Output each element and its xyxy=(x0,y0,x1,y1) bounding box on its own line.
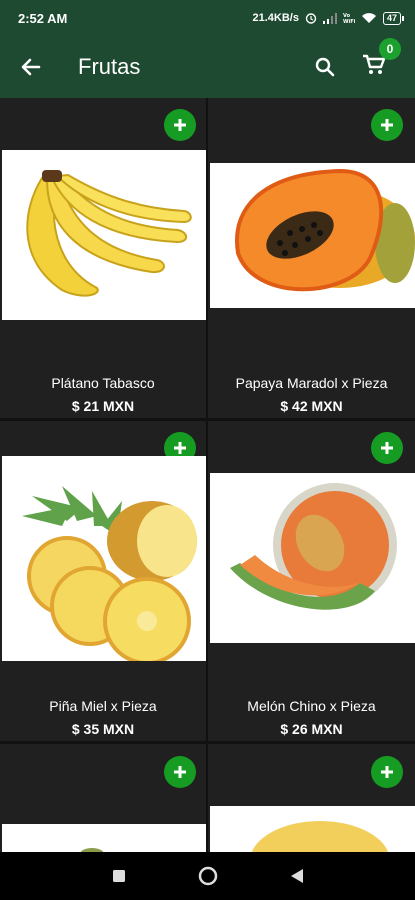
product-price: $ 26 MXN xyxy=(280,721,343,737)
product-name: Piña Miel x Pieza xyxy=(49,698,157,714)
product-price: $ 35 MXN xyxy=(71,721,135,737)
product-image xyxy=(210,806,415,852)
cart-button[interactable]: 0 xyxy=(361,37,401,83)
system-nav-bar xyxy=(0,852,415,900)
plus-icon xyxy=(381,119,393,131)
product-grid: Plátano Tabasco $ 21 MXN Papaya Maradol … xyxy=(0,98,415,852)
product-card[interactable]: Plátano Tabasco $ 21 MXN xyxy=(0,98,206,418)
add-to-cart-button[interactable] xyxy=(164,756,196,788)
network-speed: 21.4KB/s xyxy=(252,12,299,24)
product-card[interactable] xyxy=(0,744,206,852)
search-icon xyxy=(315,57,335,77)
product-name: Papaya Maradol x Pieza xyxy=(235,375,388,391)
pineapple-image xyxy=(22,486,197,661)
product-image xyxy=(2,824,206,852)
melon-image xyxy=(230,483,397,610)
triangle-back-icon xyxy=(290,869,303,883)
add-to-cart-button[interactable] xyxy=(371,756,403,788)
plus-icon xyxy=(174,119,186,131)
product-name: Melón Chino x Pieza xyxy=(247,698,376,714)
vowifi-icon: VoWiFi xyxy=(343,13,355,24)
product-card[interactable]: Piña Miel x Pieza $ 35 MXN xyxy=(0,421,206,741)
arrow-left-icon xyxy=(21,58,41,76)
page-title: Frutas xyxy=(78,54,141,79)
product-price: $ 42 MXN xyxy=(280,398,343,414)
add-to-cart-button[interactable] xyxy=(371,432,403,464)
cart-count-badge: 0 xyxy=(379,37,401,60)
product-card[interactable]: Papaya Maradol x Pieza $ 42 MXN xyxy=(208,98,415,418)
product-image xyxy=(2,456,206,661)
product-price: $ 21 MXN xyxy=(71,398,135,414)
svg-text:WiFi: WiFi xyxy=(343,19,355,24)
plus-icon xyxy=(174,766,186,778)
plus-icon xyxy=(174,442,186,454)
fruit-image xyxy=(251,821,389,852)
add-to-cart-button[interactable] xyxy=(164,109,196,141)
recents-button[interactable] xyxy=(112,869,126,883)
add-to-cart-button[interactable] xyxy=(371,109,403,141)
back-nav-button[interactable] xyxy=(290,868,304,884)
battery-indicator: 47 xyxy=(382,11,405,25)
home-button[interactable] xyxy=(198,866,218,886)
product-card[interactable]: Melón Chino x Pieza $ 26 MXN xyxy=(208,421,415,741)
back-button[interactable] xyxy=(16,55,46,79)
product-image xyxy=(210,163,415,308)
signal-icon xyxy=(322,12,337,24)
plus-icon xyxy=(381,442,393,454)
status-time: 2:52 AM xyxy=(18,10,68,26)
product-card[interactable] xyxy=(208,744,415,852)
banana-image xyxy=(26,170,192,297)
status-icons: 21.4KB/s Vo WiFi 47 xyxy=(252,11,406,25)
app-bar: Frutas 0 xyxy=(0,36,415,98)
circle-icon xyxy=(198,866,217,886)
product-image xyxy=(2,150,206,320)
fruit-image xyxy=(80,848,104,852)
papaya-image xyxy=(235,168,415,292)
wifi-icon xyxy=(361,13,376,23)
search-button[interactable] xyxy=(313,56,337,78)
product-image xyxy=(210,473,415,643)
plus-icon xyxy=(381,766,393,778)
square-icon xyxy=(112,870,125,882)
status-bar: 2:52 AM 21.4KB/s Vo WiFi 47 xyxy=(0,0,415,36)
alarm-icon xyxy=(305,13,317,24)
product-name: Plátano Tabasco xyxy=(51,375,155,391)
